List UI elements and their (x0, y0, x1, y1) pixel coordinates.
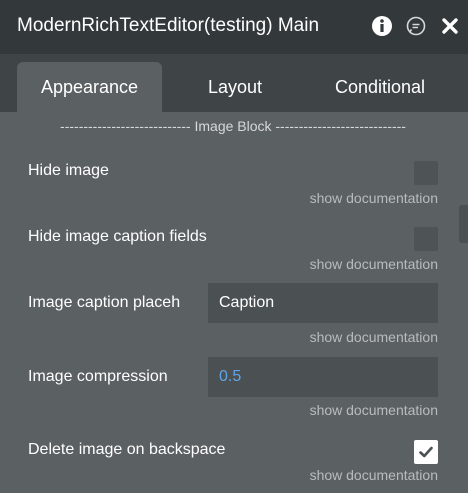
checkmark-icon (419, 446, 433, 458)
hide-caption-checkbox[interactable] (414, 227, 438, 251)
delete-backspace-label: Delete image on backspace (28, 441, 226, 458)
hide-image-doc-link[interactable]: show documentation (310, 190, 438, 206)
caption-placeholder-doc-link[interactable]: show documentation (310, 329, 438, 345)
scrollbar-handle[interactable] (459, 205, 468, 243)
tab-bar: Appearance Layout Conditional (0, 54, 468, 112)
chat-icon[interactable] (405, 15, 427, 37)
tab-appearance[interactable]: Appearance (17, 62, 162, 112)
caption-placeholder-input[interactable] (208, 283, 438, 323)
caption-placeholder-label: Image caption placeh (28, 294, 181, 311)
close-icon[interactable] (439, 15, 461, 37)
tab-layout[interactable]: Layout (170, 62, 300, 112)
hide-caption-label: Hide image caption fields (28, 228, 207, 245)
compression-label: Image compression (28, 368, 168, 385)
hide-image-label: Hide image (28, 162, 109, 179)
delete-backspace-doc-link[interactable]: show documentation (310, 467, 438, 483)
title-bar: ModernRichTextEditor(testing) Main (0, 0, 468, 54)
compression-doc-link[interactable]: show documentation (310, 402, 438, 418)
section-title: ---------------------------- Image Block… (60, 118, 406, 134)
info-icon[interactable] (371, 15, 393, 37)
window-title: ModernRichTextEditor(testing) Main (17, 15, 320, 36)
delete-backspace-checkbox[interactable] (414, 440, 438, 464)
hide-caption-doc-link[interactable]: show documentation (310, 256, 438, 272)
tab-conditional[interactable]: Conditional (310, 62, 450, 112)
hide-image-checkbox[interactable] (414, 161, 438, 185)
compression-input[interactable] (208, 357, 438, 397)
